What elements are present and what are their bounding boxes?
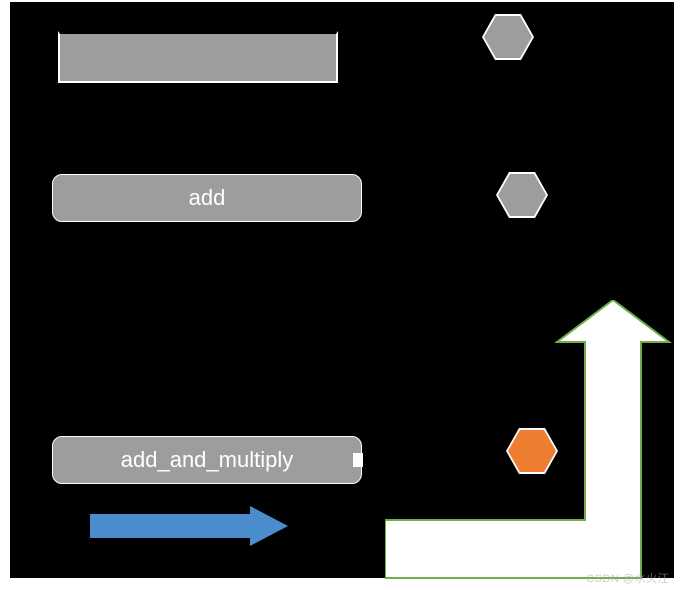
hexagon-mid-wrap xyxy=(496,172,548,218)
box-notch xyxy=(353,453,363,467)
top-grey-rect xyxy=(58,31,338,83)
add-and-multiply-label: add_and_multiply xyxy=(121,447,293,473)
add-box: add xyxy=(52,174,362,222)
hexagon-mid xyxy=(498,174,546,216)
green-l-arrow-icon xyxy=(385,300,675,580)
add-and-multiply-box: add_and_multiply xyxy=(52,436,362,484)
watermark: CSDN @水火汪 xyxy=(586,570,669,586)
blue-arrow-icon xyxy=(90,506,288,546)
hexagon-top-wrap xyxy=(482,14,534,60)
add-label: add xyxy=(189,185,226,211)
diagram-frame: add add_and_multiply xyxy=(10,2,674,578)
hexagon-top xyxy=(484,16,532,58)
